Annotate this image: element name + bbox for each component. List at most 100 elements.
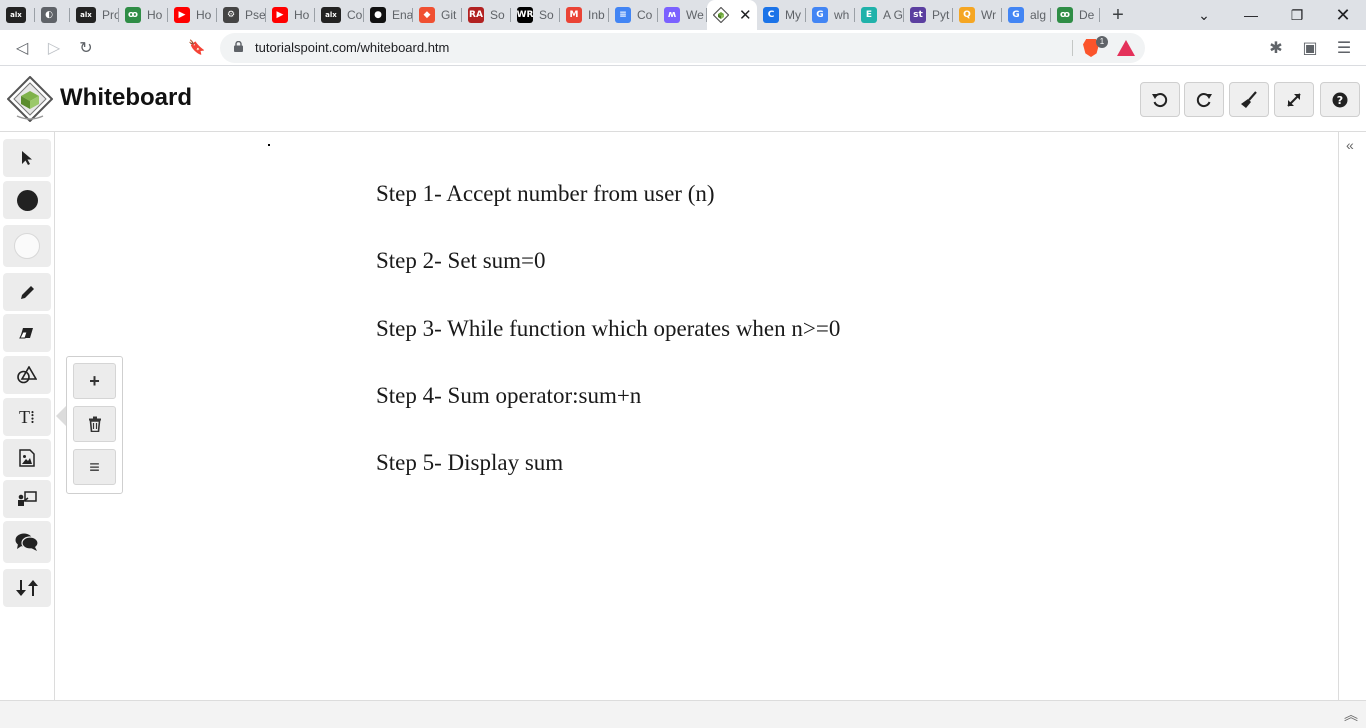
color-black-button[interactable] — [3, 181, 51, 219]
whiteboard-canvas[interactable]: Step 1- Accept number from user (n) Step… — [55, 132, 1338, 700]
eraser-icon — [19, 328, 33, 339]
brave-rewards-icon[interactable] — [1117, 40, 1135, 56]
git-icon: ◆ — [419, 7, 435, 23]
alx-icon: alx — [6, 7, 26, 23]
close-tab-icon[interactable]: ✕ — [739, 6, 752, 24]
text-tool-button[interactable]: T⁞ — [3, 398, 51, 436]
browser-tab[interactable]: alx Pro — [70, 0, 119, 30]
redo-button[interactable] — [1184, 82, 1224, 117]
browser-tab[interactable]: ⚙ Pse — [217, 0, 266, 30]
browser-tab[interactable]: RA So — [462, 0, 511, 30]
restore-icon[interactable]: ❐ — [1274, 0, 1320, 30]
q-icon: Q — [959, 7, 975, 23]
browser-tab[interactable]: ◐ — [35, 0, 70, 30]
google-icon: G — [1008, 7, 1024, 23]
image-tool-button[interactable] — [3, 439, 51, 477]
page-list-button[interactable]: ≡ — [73, 449, 116, 485]
browser-tab[interactable]: ◆ Git — [413, 0, 462, 30]
pen-tool-button[interactable] — [3, 273, 51, 311]
help-icon: ? — [1332, 92, 1348, 107]
tool-sidebar: T⁞ — [0, 132, 55, 700]
minimize-icon[interactable]: — — [1228, 0, 1274, 30]
tutorialspoint-icon — [713, 7, 729, 23]
fullscreen-button[interactable] — [1274, 82, 1314, 117]
browser-tab[interactable]: ▶ Ho — [266, 0, 315, 30]
forward-icon[interactable]: ▷ — [40, 34, 68, 62]
reload-icon[interactable]: ↻ — [72, 34, 100, 62]
c-icon: C — [763, 7, 779, 23]
st-icon: st — [910, 7, 926, 23]
browser-tab[interactable]: alx — [0, 0, 35, 30]
browser-tab-active[interactable]: ✕ — [707, 0, 757, 30]
wr-icon: WR — [517, 7, 533, 23]
add-page-button[interactable]: + — [73, 363, 116, 399]
step-text-3[interactable]: Step 3- While function which operates wh… — [376, 316, 840, 342]
browser-tab[interactable]: ▶ Ho — [168, 0, 217, 30]
browser-tab[interactable]: st Pyt — [904, 0, 953, 30]
browser-tab[interactable]: C My — [757, 0, 806, 30]
browser-tab-title: So — [539, 8, 554, 22]
clear-board-button[interactable] — [1229, 82, 1269, 117]
page-options-popover: + ≡ — [66, 356, 123, 494]
youtube-icon: ▶ — [272, 7, 288, 23]
step-text-5[interactable]: Step 5- Display sum — [376, 450, 563, 476]
step-text-2[interactable]: Step 2- Set sum=0 — [376, 248, 546, 274]
browser-tab[interactable]: Gwh — [806, 0, 855, 30]
select-tool-button[interactable] — [3, 139, 51, 177]
browser-tab[interactable]: alx Cor — [315, 0, 364, 30]
comments-icon — [15, 533, 39, 551]
browser-tab[interactable]: ≡ Co — [609, 0, 658, 30]
shapes-tool-button[interactable] — [3, 356, 51, 394]
browser-tab[interactable]: Galg — [1002, 0, 1051, 30]
delete-page-button[interactable] — [73, 406, 116, 442]
browser-tab[interactable]: ꝏ Ho — [119, 0, 168, 30]
docs-icon: ≡ — [615, 7, 631, 23]
extensions-icon[interactable]: ✱ — [1262, 34, 1290, 62]
alx-icon: alx — [76, 7, 96, 23]
color-white-button[interactable] — [3, 225, 51, 267]
shapes-icon — [17, 366, 37, 384]
alx-icon: alx — [321, 7, 341, 23]
double-chevron-up-icon[interactable]: ︽ — [1344, 705, 1358, 725]
popover-arrow — [56, 406, 66, 426]
gfg-icon: ꝏ — [1057, 7, 1073, 23]
address-bar[interactable]: 🔖 tutorialspoint.com/whiteboard.htm 1 — [188, 33, 1145, 63]
pencil-icon — [20, 285, 34, 299]
browser-tab-title: alg — [1030, 8, 1047, 22]
browser-tab[interactable]: EA G — [855, 0, 904, 30]
step-text-1[interactable]: Step 1- Accept number from user (n) — [376, 181, 715, 207]
help-button[interactable]: ? — [1320, 82, 1360, 117]
browser-tab-title: Co — [637, 8, 653, 22]
back-icon[interactable]: ◁ — [8, 34, 36, 62]
browser-tab-title: Pyt — [932, 8, 950, 22]
present-tool-button[interactable] — [3, 480, 51, 518]
double-chevron-left-icon[interactable]: « — [1346, 137, 1354, 153]
browser-tab[interactable]: M Inb — [560, 0, 609, 30]
swap-vertical-icon — [16, 580, 38, 596]
browser-tab[interactable]: ʍ We — [658, 0, 707, 30]
browser-tab[interactable]: Q Wr — [953, 0, 1002, 30]
chat-tool-button[interactable] — [3, 521, 51, 563]
sort-tool-button[interactable] — [3, 569, 51, 607]
browser-tab[interactable]: ● Ena — [364, 0, 413, 30]
browser-tab[interactable]: ꝏ De — [1051, 0, 1100, 30]
eraser-tool-button[interactable] — [3, 314, 51, 352]
browser-tab[interactable]: WR So — [511, 0, 560, 30]
browser-toolbar: ◁ ▷ ↻ 🔖 tutorialspoint.com/whiteboard.ht… — [0, 30, 1366, 66]
menu-icon[interactable]: ☰ — [1330, 34, 1358, 62]
browser-tab-title: A G — [883, 8, 904, 22]
tab-search-icon[interactable]: ⌄ — [1181, 0, 1227, 30]
cursor-icon — [22, 151, 32, 165]
svg-text:?: ? — [1337, 94, 1343, 107]
lock-icon — [234, 41, 243, 52]
redo-icon — [1196, 92, 1212, 107]
step-text-4[interactable]: Step 4- Sum operator:sum+n — [376, 383, 641, 409]
browser-tab-title: Wr — [981, 8, 997, 22]
close-window-icon[interactable]: ✕ — [1320, 0, 1366, 30]
undo-button[interactable] — [1140, 82, 1180, 117]
wallet-icon[interactable]: ▣ — [1296, 34, 1324, 62]
bookmark-icon[interactable]: 🔖 — [188, 39, 205, 56]
plus-icon: + — [89, 370, 100, 391]
undo-icon — [1152, 92, 1168, 107]
new-tab-button[interactable]: + — [1104, 0, 1132, 30]
